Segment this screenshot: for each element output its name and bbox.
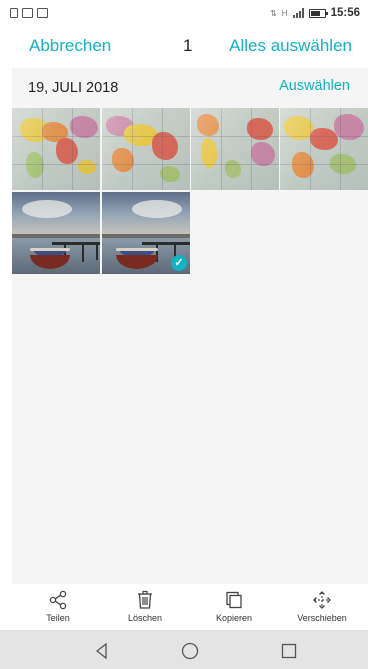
select-group-button[interactable]: Auswählen	[279, 78, 350, 94]
date-group-header: 19, JULI 2018 Auswählen	[12, 68, 368, 106]
system-navigation-bar	[0, 630, 368, 669]
home-icon[interactable]	[179, 640, 201, 662]
move-button[interactable]: Verschieben	[282, 590, 362, 623]
selection-action-bar: Abbrechen 1 Alles auswählen	[0, 28, 368, 68]
copy-button[interactable]: Kopieren	[194, 590, 274, 623]
recents-icon[interactable]	[278, 640, 300, 662]
move-label: Verschieben	[297, 613, 347, 623]
system-icons: ⇅ H 15:56	[270, 7, 360, 19]
photo-thumbnail[interactable]	[12, 192, 100, 274]
trash-icon	[138, 590, 152, 609]
date-label: 19, JULI 2018	[28, 80, 119, 96]
battery-icon	[308, 8, 328, 18]
selected-count: 1	[183, 36, 193, 55]
photo-thumbnail[interactable]	[12, 108, 100, 190]
signal-icon	[292, 8, 304, 18]
share-button[interactable]: Teilen	[18, 590, 98, 623]
share-label: Teilen	[46, 613, 70, 623]
share-icon	[49, 590, 67, 610]
photo-thumbnail[interactable]	[191, 108, 279, 190]
image-icon	[37, 8, 48, 18]
cancel-button[interactable]: Abbrechen	[29, 36, 111, 56]
copy-icon	[226, 591, 242, 609]
delete-button[interactable]: Löschen	[105, 590, 185, 623]
photo-thumbnail[interactable]	[280, 108, 368, 190]
mail-icon	[22, 8, 33, 18]
data-icon: ⇅	[270, 8, 277, 18]
vibrate-icon	[10, 8, 18, 18]
selected-check-icon: ✓	[171, 255, 187, 271]
delete-label: Löschen	[127, 613, 163, 623]
photo-thumbnail-selected[interactable]: ✓	[102, 192, 190, 274]
photo-list[interactable]: 19, JULI 2018 Auswählen ✓	[12, 68, 368, 584]
move-icon	[313, 591, 331, 609]
select-all-button[interactable]: Alles auswählen	[229, 36, 352, 56]
photo-thumbnail[interactable]	[102, 108, 190, 190]
clock: 15:56	[330, 7, 360, 19]
copy-label: Kopieren	[215, 613, 253, 623]
notification-icons	[10, 8, 48, 18]
bottom-action-bar: Teilen Löschen Kopieren Verschieben	[0, 584, 368, 630]
network-type-label: H	[281, 8, 288, 18]
status-bar: ⇅ H 15:56	[0, 0, 368, 28]
back-icon[interactable]	[91, 640, 113, 662]
